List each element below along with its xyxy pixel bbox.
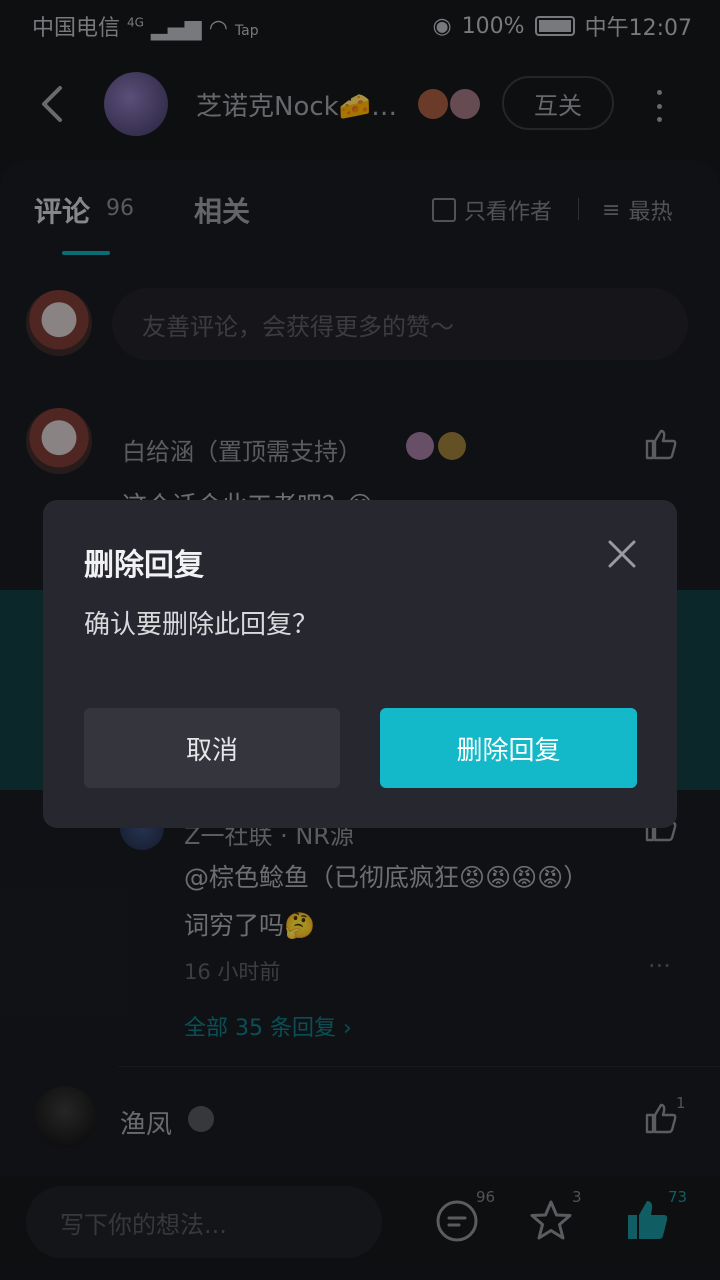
dialog-message: 确认要删除此回复？ [84,610,319,640]
cancel-button[interactable]: 取消 [84,708,340,788]
close-icon[interactable] [606,538,638,570]
dialog-title: 删除回复 [84,548,204,583]
delete-reply-button[interactable]: 删除回复 [380,708,637,788]
